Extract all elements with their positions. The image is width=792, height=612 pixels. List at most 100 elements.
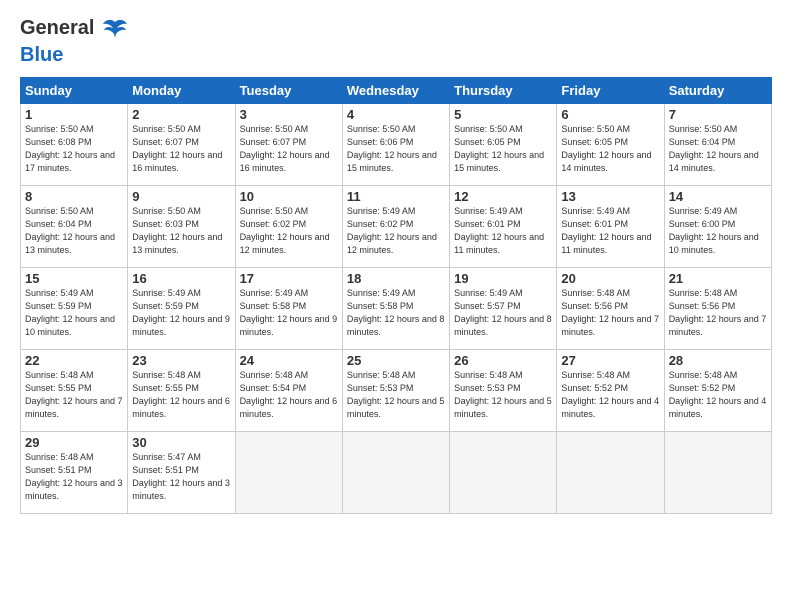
day-cell-14: 14 Sunrise: 5:49 AMSunset: 6:00 PMDaylig… bbox=[664, 186, 771, 268]
day-cell-15: 15 Sunrise: 5:49 AMSunset: 5:59 PMDaylig… bbox=[21, 268, 128, 350]
day-info: Sunrise: 5:48 AMSunset: 5:52 PMDaylight:… bbox=[561, 370, 659, 419]
day-number: 28 bbox=[669, 353, 767, 368]
day-cell-8: 8 Sunrise: 5:50 AMSunset: 6:04 PMDayligh… bbox=[21, 186, 128, 268]
day-info: Sunrise: 5:50 AMSunset: 6:08 PMDaylight:… bbox=[25, 124, 115, 173]
day-number: 19 bbox=[454, 271, 552, 286]
day-number: 14 bbox=[669, 189, 767, 204]
day-number: 18 bbox=[347, 271, 445, 286]
day-cell-13: 13 Sunrise: 5:49 AMSunset: 6:01 PMDaylig… bbox=[557, 186, 664, 268]
day-number: 25 bbox=[347, 353, 445, 368]
day-cell-28: 28 Sunrise: 5:48 AMSunset: 5:52 PMDaylig… bbox=[664, 350, 771, 432]
day-cell-1: 1 Sunrise: 5:50 AMSunset: 6:08 PMDayligh… bbox=[21, 104, 128, 186]
day-info: Sunrise: 5:50 AMSunset: 6:02 PMDaylight:… bbox=[240, 206, 330, 255]
day-info: Sunrise: 5:49 AMSunset: 5:58 PMDaylight:… bbox=[347, 288, 445, 337]
day-number: 8 bbox=[25, 189, 123, 204]
logo-text: General bbox=[20, 17, 94, 39]
empty-cell bbox=[342, 432, 449, 514]
day-number: 29 bbox=[25, 435, 123, 450]
day-number: 27 bbox=[561, 353, 659, 368]
day-number: 10 bbox=[240, 189, 338, 204]
calendar-page: General Blue SundayMondayTuesdayWednesda… bbox=[0, 0, 792, 612]
day-cell-2: 2 Sunrise: 5:50 AMSunset: 6:07 PMDayligh… bbox=[128, 104, 235, 186]
empty-cell bbox=[450, 432, 557, 514]
day-number: 20 bbox=[561, 271, 659, 286]
day-info: Sunrise: 5:48 AMSunset: 5:55 PMDaylight:… bbox=[25, 370, 123, 419]
day-number: 22 bbox=[25, 353, 123, 368]
header: General Blue bbox=[20, 16, 772, 67]
logo-blue-text: Blue bbox=[20, 44, 63, 66]
day-info: Sunrise: 5:48 AMSunset: 5:56 PMDaylight:… bbox=[669, 288, 767, 337]
day-number: 12 bbox=[454, 189, 552, 204]
day-info: Sunrise: 5:49 AMSunset: 6:01 PMDaylight:… bbox=[454, 206, 544, 255]
day-cell-30: 30 Sunrise: 5:47 AMSunset: 5:51 PMDaylig… bbox=[128, 432, 235, 514]
day-cell-10: 10 Sunrise: 5:50 AMSunset: 6:02 PMDaylig… bbox=[235, 186, 342, 268]
day-cell-26: 26 Sunrise: 5:48 AMSunset: 5:53 PMDaylig… bbox=[450, 350, 557, 432]
day-info: Sunrise: 5:50 AMSunset: 6:07 PMDaylight:… bbox=[240, 124, 330, 173]
day-info: Sunrise: 5:48 AMSunset: 5:55 PMDaylight:… bbox=[132, 370, 230, 419]
day-number: 11 bbox=[347, 189, 445, 204]
day-info: Sunrise: 5:50 AMSunset: 6:05 PMDaylight:… bbox=[561, 124, 651, 173]
day-cell-6: 6 Sunrise: 5:50 AMSunset: 6:05 PMDayligh… bbox=[557, 104, 664, 186]
day-info: Sunrise: 5:49 AMSunset: 6:01 PMDaylight:… bbox=[561, 206, 651, 255]
day-number: 24 bbox=[240, 353, 338, 368]
col-header-friday: Friday bbox=[557, 78, 664, 104]
day-cell-5: 5 Sunrise: 5:50 AMSunset: 6:05 PMDayligh… bbox=[450, 104, 557, 186]
day-number: 9 bbox=[132, 189, 230, 204]
day-cell-4: 4 Sunrise: 5:50 AMSunset: 6:06 PMDayligh… bbox=[342, 104, 449, 186]
day-cell-19: 19 Sunrise: 5:49 AMSunset: 5:57 PMDaylig… bbox=[450, 268, 557, 350]
day-info: Sunrise: 5:48 AMSunset: 5:52 PMDaylight:… bbox=[669, 370, 767, 419]
day-info: Sunrise: 5:48 AMSunset: 5:56 PMDaylight:… bbox=[561, 288, 659, 337]
col-header-thursday: Thursday bbox=[450, 78, 557, 104]
day-info: Sunrise: 5:50 AMSunset: 6:05 PMDaylight:… bbox=[454, 124, 544, 173]
empty-cell bbox=[664, 432, 771, 514]
day-number: 1 bbox=[25, 107, 123, 122]
day-number: 17 bbox=[240, 271, 338, 286]
day-number: 7 bbox=[669, 107, 767, 122]
day-info: Sunrise: 5:48 AMSunset: 5:54 PMDaylight:… bbox=[240, 370, 338, 419]
day-cell-20: 20 Sunrise: 5:48 AMSunset: 5:56 PMDaylig… bbox=[557, 268, 664, 350]
day-info: Sunrise: 5:50 AMSunset: 6:06 PMDaylight:… bbox=[347, 124, 437, 173]
day-info: Sunrise: 5:48 AMSunset: 5:53 PMDaylight:… bbox=[347, 370, 445, 419]
day-cell-9: 9 Sunrise: 5:50 AMSunset: 6:03 PMDayligh… bbox=[128, 186, 235, 268]
logo-bird-icon bbox=[101, 16, 129, 44]
day-number: 4 bbox=[347, 107, 445, 122]
empty-cell bbox=[557, 432, 664, 514]
col-header-wednesday: Wednesday bbox=[342, 78, 449, 104]
day-cell-7: 7 Sunrise: 5:50 AMSunset: 6:04 PMDayligh… bbox=[664, 104, 771, 186]
day-info: Sunrise: 5:48 AMSunset: 5:51 PMDaylight:… bbox=[25, 452, 123, 501]
day-number: 13 bbox=[561, 189, 659, 204]
day-cell-18: 18 Sunrise: 5:49 AMSunset: 5:58 PMDaylig… bbox=[342, 268, 449, 350]
day-cell-27: 27 Sunrise: 5:48 AMSunset: 5:52 PMDaylig… bbox=[557, 350, 664, 432]
day-cell-12: 12 Sunrise: 5:49 AMSunset: 6:01 PMDaylig… bbox=[450, 186, 557, 268]
day-number: 15 bbox=[25, 271, 123, 286]
col-header-saturday: Saturday bbox=[664, 78, 771, 104]
day-info: Sunrise: 5:47 AMSunset: 5:51 PMDaylight:… bbox=[132, 452, 230, 501]
day-info: Sunrise: 5:49 AMSunset: 5:57 PMDaylight:… bbox=[454, 288, 552, 337]
empty-cell bbox=[235, 432, 342, 514]
day-number: 26 bbox=[454, 353, 552, 368]
logo: General Blue bbox=[20, 16, 129, 67]
day-cell-3: 3 Sunrise: 5:50 AMSunset: 6:07 PMDayligh… bbox=[235, 104, 342, 186]
day-cell-16: 16 Sunrise: 5:49 AMSunset: 5:59 PMDaylig… bbox=[128, 268, 235, 350]
day-number: 21 bbox=[669, 271, 767, 286]
day-number: 23 bbox=[132, 353, 230, 368]
day-info: Sunrise: 5:50 AMSunset: 6:04 PMDaylight:… bbox=[25, 206, 115, 255]
day-cell-25: 25 Sunrise: 5:48 AMSunset: 5:53 PMDaylig… bbox=[342, 350, 449, 432]
day-info: Sunrise: 5:50 AMSunset: 6:04 PMDaylight:… bbox=[669, 124, 759, 173]
day-cell-23: 23 Sunrise: 5:48 AMSunset: 5:55 PMDaylig… bbox=[128, 350, 235, 432]
calendar-table: SundayMondayTuesdayWednesdayThursdayFrid… bbox=[20, 77, 772, 514]
col-header-monday: Monday bbox=[128, 78, 235, 104]
col-header-sunday: Sunday bbox=[21, 78, 128, 104]
col-header-tuesday: Tuesday bbox=[235, 78, 342, 104]
day-number: 3 bbox=[240, 107, 338, 122]
day-cell-11: 11 Sunrise: 5:49 AMSunset: 6:02 PMDaylig… bbox=[342, 186, 449, 268]
day-cell-22: 22 Sunrise: 5:48 AMSunset: 5:55 PMDaylig… bbox=[21, 350, 128, 432]
day-info: Sunrise: 5:50 AMSunset: 6:03 PMDaylight:… bbox=[132, 206, 222, 255]
day-number: 2 bbox=[132, 107, 230, 122]
day-info: Sunrise: 5:49 AMSunset: 6:02 PMDaylight:… bbox=[347, 206, 437, 255]
day-cell-21: 21 Sunrise: 5:48 AMSunset: 5:56 PMDaylig… bbox=[664, 268, 771, 350]
day-info: Sunrise: 5:48 AMSunset: 5:53 PMDaylight:… bbox=[454, 370, 552, 419]
day-info: Sunrise: 5:49 AMSunset: 6:00 PMDaylight:… bbox=[669, 206, 759, 255]
day-cell-17: 17 Sunrise: 5:49 AMSunset: 5:58 PMDaylig… bbox=[235, 268, 342, 350]
day-number: 16 bbox=[132, 271, 230, 286]
